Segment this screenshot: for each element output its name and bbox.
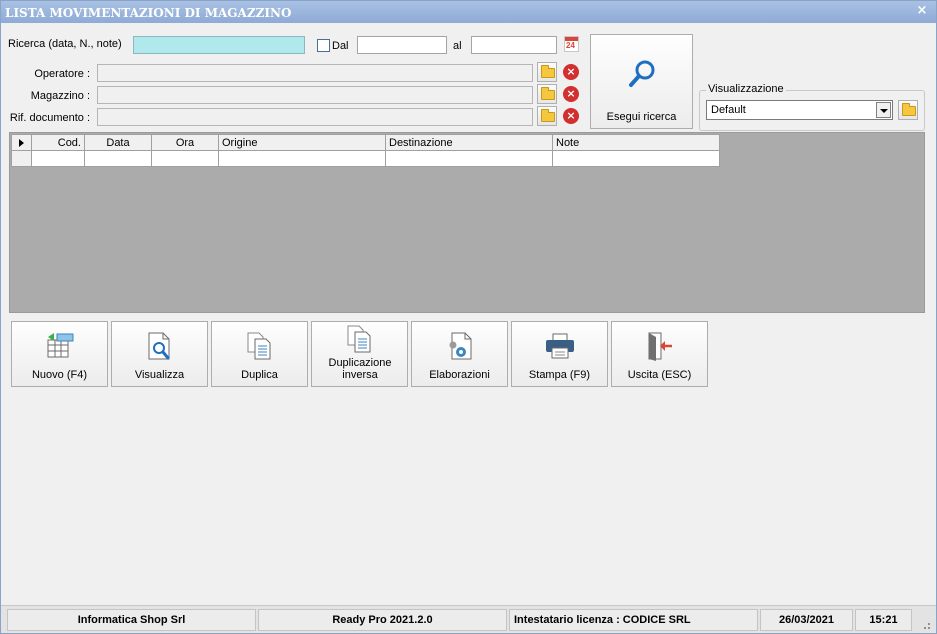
operatore-label: Operatore : xyxy=(34,68,90,80)
magazzino-field[interactable] xyxy=(97,86,533,104)
folder-icon xyxy=(541,87,555,100)
visualizzazione-select[interactable]: Default xyxy=(706,100,893,120)
visualizza-button[interactable]: Visualizza xyxy=(111,321,208,387)
date-from-input[interactable] xyxy=(357,36,447,54)
cell-destinazione[interactable] xyxy=(385,150,553,167)
status-date: 26/03/2021 xyxy=(760,609,853,631)
status-time: 15:21 xyxy=(855,609,912,631)
results-grid[interactable]: Cod. Data Ora Origine Destinazione Note xyxy=(9,132,925,313)
cell-cod[interactable] xyxy=(31,150,85,167)
duplicazione-inversa-label: Duplicazione inversa xyxy=(328,357,392,381)
visualizza-label: Visualizza xyxy=(134,369,185,381)
calendar-icon: 24 xyxy=(564,36,579,52)
uscita-label: Uscita (ESC) xyxy=(627,369,692,381)
magazzino-clear-button[interactable]: × xyxy=(561,84,581,104)
rif-documento-clear-button[interactable]: × xyxy=(561,106,581,126)
delete-icon: × xyxy=(563,108,579,124)
esegui-ricerca-label: Esegui ricerca xyxy=(606,111,677,123)
operatore-clear-button[interactable]: × xyxy=(561,62,581,82)
row-selector-header[interactable] xyxy=(11,134,32,151)
close-icon[interactable]: × xyxy=(915,4,929,18)
rif-documento-field[interactable] xyxy=(97,108,533,126)
status-version: Ready Pro 2021.2.0 xyxy=(258,609,507,631)
reverse-duplicate-icon xyxy=(347,325,371,353)
status-company: Informatica Shop Srl xyxy=(7,609,256,631)
column-header-cod[interactable]: Cod. xyxy=(31,134,85,151)
status-license: Intestatario licenza : CODICE SRL xyxy=(509,609,758,631)
process-gear-icon xyxy=(449,332,472,360)
dal-label: Dal xyxy=(332,40,349,52)
window-title: LISTA MOVIMENTAZIONI DI MAGAZZINO xyxy=(5,6,292,20)
rif-documento-label: Rif. documento : xyxy=(9,112,90,124)
cell-data[interactable] xyxy=(84,150,152,167)
column-header-ora[interactable]: Ora xyxy=(151,134,219,151)
esegui-ricerca-button[interactable]: Esegui ricerca xyxy=(590,34,693,129)
column-header-destinazione[interactable]: Destinazione xyxy=(385,134,553,151)
chevron-down-icon[interactable] xyxy=(876,102,891,118)
new-row-icon xyxy=(47,333,74,358)
nuovo-label: Nuovo (F4) xyxy=(31,369,88,381)
nuovo-button[interactable]: Nuovo (F4) xyxy=(11,321,108,387)
elaborazioni-label: Elaborazioni xyxy=(429,369,490,381)
title-bar: LISTA MOVIMENTAZIONI DI MAGAZZINO × xyxy=(1,1,936,23)
uscita-button[interactable]: Uscita (ESC) xyxy=(611,321,708,387)
duplica-button[interactable]: Duplica xyxy=(211,321,308,387)
magazzino-label: Magazzino : xyxy=(30,90,90,102)
date-to-input[interactable] xyxy=(471,36,557,54)
printer-icon xyxy=(546,333,574,359)
dal-checkbox[interactable] xyxy=(317,39,330,52)
search-icon xyxy=(629,60,655,87)
search-input[interactable] xyxy=(133,36,305,54)
grid-header-row: Cod. Data Ora Origine Destinazione Note xyxy=(11,134,720,151)
row-selector[interactable] xyxy=(11,150,32,167)
folder-icon xyxy=(541,109,555,122)
delete-icon: × xyxy=(563,64,579,80)
resize-grip-icon[interactable] xyxy=(920,619,930,629)
al-label: al xyxy=(453,40,462,52)
duplica-label: Duplica xyxy=(241,369,278,381)
results-table: Cod. Data Ora Origine Destinazione Note xyxy=(11,134,720,167)
rif-documento-browse-button[interactable] xyxy=(537,106,557,126)
stampa-button[interactable]: Stampa (F9) xyxy=(511,321,608,387)
operatore-browse-button[interactable] xyxy=(537,62,557,82)
duplicazione-inversa-button[interactable]: Duplicazione inversa xyxy=(311,321,408,387)
main-window: LISTA MOVIMENTAZIONI DI MAGAZZINO × Rice… xyxy=(0,0,937,634)
duplicate-icon xyxy=(247,332,271,360)
visualizzazione-label: Visualizzazione xyxy=(706,83,786,95)
stampa-label: Stampa (F9) xyxy=(528,369,591,381)
visualizzazione-browse-button[interactable] xyxy=(898,100,918,120)
calendar-button[interactable]: 24 xyxy=(561,34,581,54)
exit-door-icon xyxy=(648,332,672,361)
magazzino-browse-button[interactable] xyxy=(537,84,557,104)
view-document-icon xyxy=(148,332,170,360)
visualizzazione-value: Default xyxy=(711,104,746,116)
search-label: Ricerca (data, N., note) xyxy=(8,38,122,50)
cell-origine[interactable] xyxy=(218,150,386,167)
column-header-note[interactable]: Note xyxy=(552,134,720,151)
operatore-field[interactable] xyxy=(97,64,533,82)
folder-icon xyxy=(541,65,555,78)
table-row[interactable] xyxy=(11,150,720,167)
delete-icon: × xyxy=(563,86,579,102)
column-header-data[interactable]: Data xyxy=(84,134,152,151)
cell-ora[interactable] xyxy=(151,150,219,167)
elaborazioni-button[interactable]: Elaborazioni xyxy=(411,321,508,387)
row-pointer-icon xyxy=(19,139,24,147)
column-header-origine[interactable]: Origine xyxy=(218,134,386,151)
status-bar: Informatica Shop Srl Ready Pro 2021.2.0 … xyxy=(1,605,936,633)
folder-icon xyxy=(902,103,916,116)
cell-note[interactable] xyxy=(552,150,720,167)
